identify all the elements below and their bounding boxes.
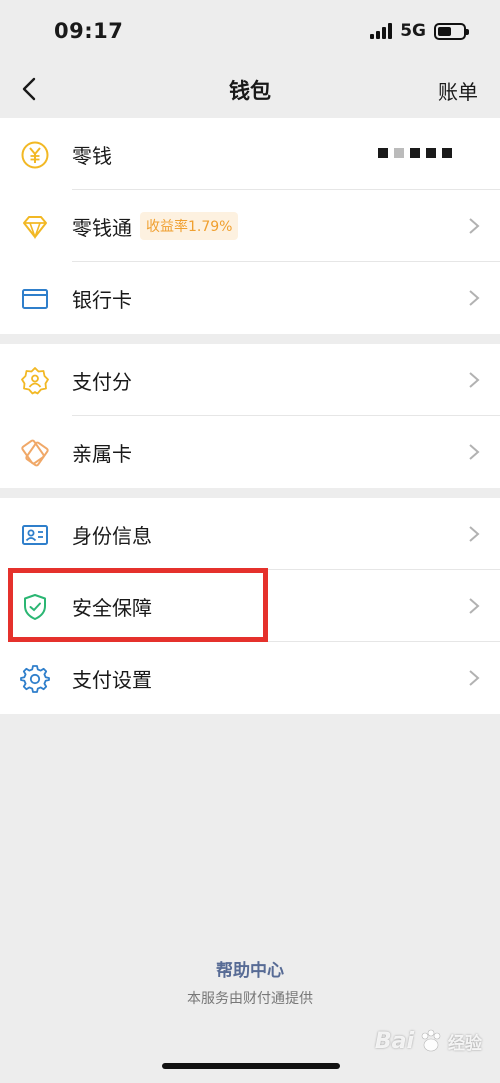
credit-score-icon: [21, 367, 49, 395]
chevron-right-icon: [469, 372, 480, 388]
chevron-right-icon: [469, 290, 480, 306]
list-item-label: 安全保障: [72, 595, 152, 620]
chevron-right-icon: [469, 444, 480, 460]
chevron-right-icon: [469, 670, 480, 686]
list-item-change[interactable]: 零钱: [0, 118, 500, 190]
help-center-link[interactable]: 帮助中心: [0, 956, 500, 981]
yield-badge: 收益率1.79%: [140, 212, 239, 240]
list-item-label: 零钱通: [72, 215, 132, 240]
wallet-group-1: 零钱 零钱通 收益率1.79% 银行卡: [0, 118, 500, 334]
family-card-icon: [21, 439, 49, 467]
list-item-credit-score[interactable]: 支付分: [0, 344, 500, 416]
list-item-label: 支付设置: [72, 667, 152, 692]
baidu-watermark: Bai 经验: [375, 1028, 482, 1054]
diamond-icon: [23, 216, 47, 240]
list-item-payment-settings[interactable]: 支付设置: [0, 642, 500, 714]
chevron-right-icon: [469, 218, 480, 234]
shield-icon: [24, 594, 46, 620]
id-card-icon: [22, 525, 48, 545]
status-bar: 09:17 5G: [0, 0, 500, 62]
list-item-family-card[interactable]: 亲属卡: [0, 416, 500, 488]
list-item-security[interactable]: 安全保障: [0, 570, 500, 642]
status-indicators: 5G: [370, 21, 469, 41]
home-indicator: [162, 1063, 340, 1069]
chevron-right-icon: [469, 598, 480, 614]
signal-icon: [370, 23, 393, 39]
wallet-group-3: 身份信息 安全保障 支付设置: [0, 498, 500, 714]
list-item-lingqiantong[interactable]: 零钱通 收益率1.79%: [0, 190, 500, 262]
provider-text: 本服务由财付通提供: [187, 991, 313, 1007]
bill-button[interactable]: 账单: [438, 76, 478, 105]
wallet-group-2: 支付分 亲属卡: [0, 344, 500, 488]
nav-bar: 钱包 账单: [0, 62, 500, 118]
balance-masked: [378, 148, 452, 158]
chevron-right-icon: [469, 526, 480, 542]
list-item-label: 零钱: [72, 143, 112, 168]
chevron-left-icon[interactable]: [16, 74, 46, 104]
yuan-coin-icon: [21, 141, 49, 169]
list-item-label: 支付分: [72, 369, 132, 394]
list-item-label: 银行卡: [72, 287, 132, 312]
page-title: 钱包: [229, 79, 271, 103]
list-item-label: 身份信息: [72, 523, 152, 548]
battery-icon: [434, 22, 469, 40]
list-item-label: 亲属卡: [72, 441, 132, 466]
list-item-identity[interactable]: 身份信息: [0, 498, 500, 570]
watermark-suffix: 经验: [448, 1033, 482, 1054]
network-type: 5G: [400, 21, 426, 41]
gear-icon: [20, 665, 50, 693]
status-time: 09:17: [54, 19, 124, 43]
watermark-brand: Bai: [374, 1028, 414, 1054]
paw-icon: [421, 1029, 441, 1052]
bank-card-icon: [22, 289, 48, 309]
list-item-bank-card[interactable]: 银行卡: [0, 262, 500, 334]
